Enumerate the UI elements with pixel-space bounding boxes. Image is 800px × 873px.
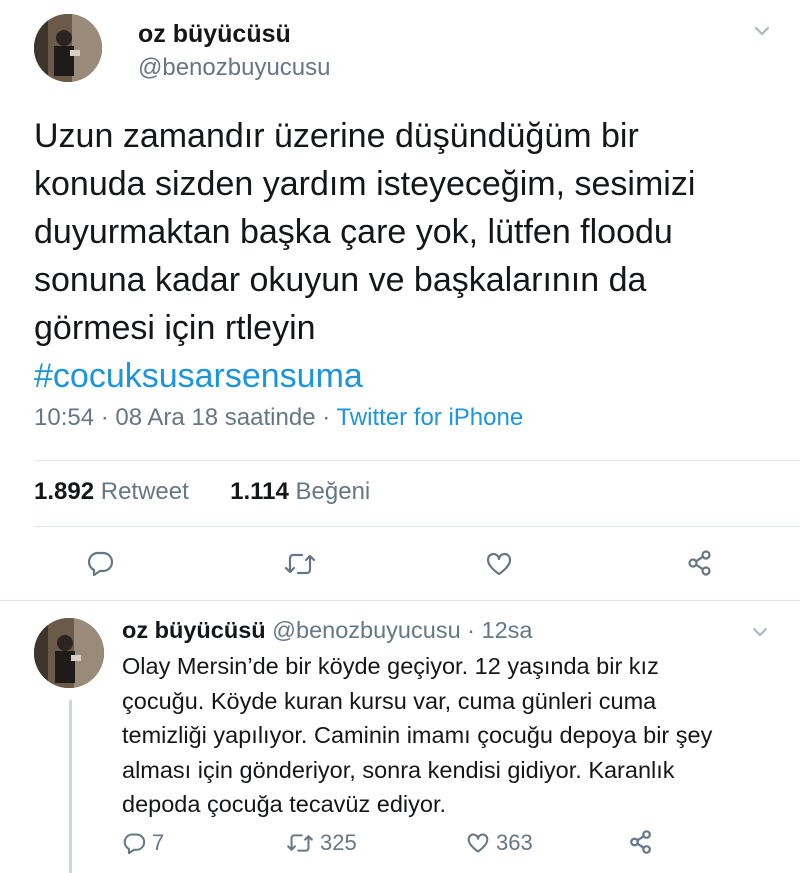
reply-icon: [123, 833, 146, 854]
heart-icon: [467, 833, 489, 853]
like-count: 1.114: [230, 478, 289, 505]
source-link[interactable]: Twitter for iPhone: [336, 404, 523, 431]
reply-count: 7: [152, 830, 165, 855]
reply-text-line: temizliği yapılıyor. Caminin imamı çocuğ…: [122, 722, 713, 748]
tweet-body: Uzun zamandır üzerine düşündüğüm bir kon…: [34, 112, 794, 400]
reply-retweet-button[interactable]: 325: [286, 830, 357, 856]
share-icon: [630, 830, 651, 854]
display-name[interactable]: oz büyücüsü: [138, 20, 291, 49]
reply-body: Olay Mersin’de bir köyde geçiyor. 12 yaş…: [122, 649, 792, 822]
divider: [34, 526, 800, 527]
engagement-stats: 1.892 Retweet 1.114 Beğeni: [34, 478, 370, 506]
tweet-metadata: 10:54 · 08 Ara 18 saatinde · Twitter for…: [34, 404, 523, 432]
like-button[interactable]: [485, 551, 513, 577]
reply-header: oz büyücüsü @benozbuyucusu · 12sa: [122, 617, 533, 644]
reply-handle[interactable]: @benozbuyucusu: [272, 617, 460, 643]
divider: [34, 460, 800, 461]
hashtag-link[interactable]: #cocuksusarsensuma: [34, 352, 794, 400]
reply-text-line: depoda çocuğa tecavüz ediyor.: [122, 791, 447, 817]
share-button[interactable]: [686, 549, 714, 577]
reply-display-name[interactable]: oz büyücüsü: [122, 617, 266, 643]
avatar[interactable]: [34, 14, 102, 82]
main-tweet: oz büyücüsü @benozbuyucusu Uzun zamandır…: [0, 0, 800, 600]
retweet-button[interactable]: [284, 551, 316, 577]
retweet-count: 1.892: [34, 478, 95, 505]
like-label: Beğeni: [295, 478, 371, 505]
tweet-text-line: sonuna kadar okuyun ve başkalarının da: [34, 261, 647, 299]
reply-avatar[interactable]: [34, 618, 104, 688]
reply-text-line: alması için gönderiyor, sonra kendisi gi…: [122, 756, 675, 783]
reply-share-button[interactable]: [628, 829, 654, 855]
timestamp[interactable]: 10:54 · 08 Ara 18 saatinde ·: [34, 404, 336, 431]
retweet-icon: [284, 553, 316, 575]
reply-text-line: Olay Mersin’de bir köyde geçiyor. 12 yaş…: [122, 653, 659, 679]
tweet-text-line: Uzun zamandır üzerine düşündüğüm bir: [34, 117, 639, 155]
retweet-count: 325: [320, 830, 357, 855]
reply-text-line: çocuğu. Köyde kuran kursu var, cuma günl…: [122, 687, 657, 714]
reply-reply-button[interactable]: 7: [122, 830, 164, 856]
share-icon: [688, 550, 711, 576]
tweet-text-line: görmesi için rtleyin: [34, 309, 316, 347]
tweet-text-line: konuda sizden yardım isteyeceğim, sesimi…: [34, 165, 696, 203]
like-count: 363: [496, 830, 533, 855]
chevron-down-icon[interactable]: [752, 24, 772, 38]
chevron-down-icon[interactable]: [750, 625, 770, 639]
like-stat[interactable]: 1.114 Beğeni: [230, 478, 370, 505]
reply-time[interactable]: · 12sa: [467, 617, 532, 643]
reply-button[interactable]: [86, 550, 114, 576]
retweet-label: Retweet: [100, 478, 189, 505]
retweet-stat[interactable]: 1.892 Retweet: [34, 478, 189, 505]
tweet-text-line: duyurmaktan başka çare yok, lütfen flood…: [34, 213, 673, 251]
divider: [0, 600, 800, 601]
retweet-icon: [287, 834, 313, 852]
user-handle[interactable]: @benozbuyucusu: [138, 54, 331, 82]
thread-connector: [69, 700, 72, 873]
heart-icon: [486, 552, 512, 576]
reply-icon: [87, 551, 114, 576]
reply-like-button[interactable]: 363: [466, 830, 533, 856]
